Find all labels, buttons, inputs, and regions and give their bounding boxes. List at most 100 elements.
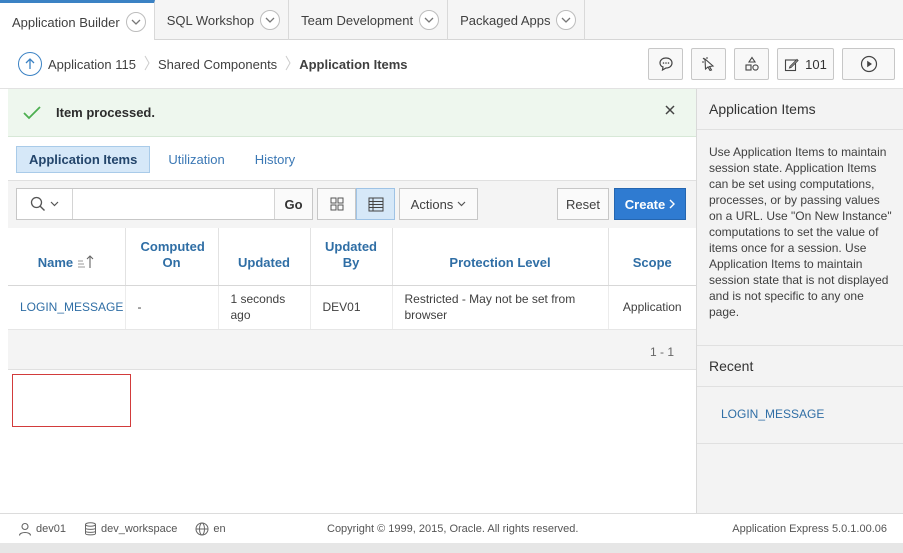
- tab-label: Application Builder: [12, 14, 120, 30]
- breadcrumb-current: Application Items: [299, 56, 408, 72]
- cell-protection-level: Restricted - May not be set from browser: [392, 285, 609, 330]
- tab-team-development[interactable]: Team Development: [289, 0, 449, 40]
- user-icon: [18, 522, 32, 536]
- column-header-name[interactable]: Name: [8, 228, 126, 286]
- chevron-down-icon[interactable]: [125, 12, 146, 32]
- sub-tabs: Application Items Utilization History: [16, 146, 313, 173]
- reset-button[interactable]: Reset: [557, 188, 609, 220]
- footer-workspace-label: dev_workspace: [100, 522, 178, 535]
- shapes-icon: [744, 56, 759, 71]
- table-row: LOGIN_MESSAGE - 1 seconds ago DEV01 Rest…: [8, 285, 696, 330]
- create-label: Create: [624, 196, 666, 212]
- chevron-right-icon: [285, 55, 291, 74]
- cursor-icon: [701, 57, 714, 72]
- cell-scope: Application: [608, 285, 696, 330]
- database-icon: [84, 521, 96, 535]
- column-header-protection-level[interactable]: Protection Level: [392, 228, 609, 286]
- recent-title: Recent: [697, 346, 903, 387]
- footer-user: dev01: [18, 522, 66, 536]
- play-icon: [860, 55, 877, 73]
- search-input[interactable]: [73, 189, 274, 219]
- tab-utilization[interactable]: Utilization: [156, 147, 236, 172]
- shared-components-button[interactable]: [734, 48, 769, 80]
- report-region: Go Actions Reset Create Name Computed On…: [8, 180, 696, 370]
- edit-icon: [785, 58, 799, 71]
- chevron-down-icon: [50, 201, 59, 207]
- chevron-down-icon[interactable]: [260, 10, 281, 30]
- column-header-scope[interactable]: Scope: [608, 228, 696, 286]
- column-header-label: Updated By: [325, 238, 377, 270]
- footer: dev01 dev_workspace en Copyright © 1999,…: [0, 513, 903, 543]
- help-panel: Application Items Use Application Items …: [696, 89, 903, 513]
- tab-application-items[interactable]: Application Items: [16, 146, 151, 173]
- chevron-down-icon[interactable]: [419, 10, 440, 30]
- version: Application Express 5.0.1.00.06: [732, 523, 887, 535]
- application-items-table: Name Computed On Updated Updated By Prot…: [8, 228, 696, 330]
- cell-updated-by: DEV01: [310, 285, 393, 330]
- highlight-box: [12, 374, 131, 427]
- breadcrumb: Application 115 Shared Components Applic…: [0, 40, 903, 89]
- chevron-right-icon: [669, 199, 676, 209]
- search-icon: [30, 196, 45, 211]
- breadcrumb-application[interactable]: Application 115: [48, 57, 136, 72]
- copyright: Copyright © 1999, 2015, Oracle. All righ…: [327, 523, 579, 535]
- speech-bubble-icon: [658, 57, 673, 72]
- top-navigation-bar: Application Builder SQL Workshop Team De…: [0, 0, 903, 41]
- arrow-up-icon[interactable]: [18, 52, 42, 76]
- check-icon: [23, 105, 41, 119]
- column-header-computed-on[interactable]: Computed On: [125, 228, 219, 286]
- tab-label: Packaged Apps: [460, 12, 551, 28]
- column-header-label: Computed On: [140, 238, 205, 270]
- footer-workspace: dev_workspace: [84, 521, 178, 536]
- feedback-button[interactable]: [648, 48, 683, 80]
- page-tools: 101: [648, 48, 895, 80]
- pagination: 1 - 1: [649, 345, 674, 359]
- column-header-label: Updated: [238, 254, 290, 270]
- recent-item: LOGIN_MESSAGE: [697, 387, 903, 444]
- column-header-updated[interactable]: Updated: [218, 228, 311, 286]
- chevron-down-icon: [457, 201, 466, 207]
- bottom-strip: [0, 543, 903, 553]
- actions-menu-button[interactable]: Actions: [399, 188, 478, 220]
- report-toolbar: Go Actions: [16, 188, 478, 221]
- tab-label: Team Development: [301, 12, 414, 28]
- column-header-label: Name: [37, 254, 74, 270]
- help-title: Application Items: [697, 89, 903, 130]
- tab-history[interactable]: History: [243, 147, 307, 172]
- create-button[interactable]: Create: [614, 188, 686, 220]
- grid-icon: [330, 197, 343, 211]
- tab-label: SQL Workshop: [166, 12, 255, 28]
- recent-item-link[interactable]: LOGIN_MESSAGE: [721, 407, 824, 421]
- search-column-menu[interactable]: [17, 189, 73, 219]
- item-link[interactable]: LOGIN_MESSAGE: [20, 300, 123, 314]
- sort-ascending-icon: [77, 254, 94, 268]
- search-bar: Go: [16, 188, 313, 220]
- page-number: 101: [805, 56, 827, 72]
- footer-language[interactable]: en: [195, 522, 226, 536]
- main-content: Item processed. Application Items Utiliz…: [8, 89, 696, 513]
- chevron-right-icon: [144, 55, 150, 74]
- cell-name: LOGIN_MESSAGE: [8, 285, 126, 330]
- table-icon: [368, 197, 383, 211]
- cell-updated: 1 seconds ago: [218, 285, 311, 330]
- footer-language-label: en: [213, 522, 226, 535]
- close-icon[interactable]: [664, 103, 676, 121]
- developer-tools-button[interactable]: [691, 48, 726, 80]
- alert-message: Item processed.: [56, 105, 155, 120]
- edit-page-button[interactable]: 101: [777, 48, 834, 80]
- run-button[interactable]: [842, 48, 895, 80]
- tab-sql-workshop[interactable]: SQL Workshop: [155, 0, 290, 40]
- breadcrumb-shared-components[interactable]: Shared Components: [158, 57, 277, 72]
- column-header-label: Protection Level: [449, 254, 551, 270]
- tab-packaged-apps[interactable]: Packaged Apps: [448, 0, 586, 40]
- icon-view-button[interactable]: [317, 188, 356, 220]
- report-view-button[interactable]: [356, 188, 395, 220]
- go-button[interactable]: Go: [274, 189, 312, 219]
- help-description: Use Application Items to maintain sessio…: [697, 130, 903, 346]
- tab-application-builder[interactable]: Application Builder: [0, 0, 155, 41]
- chevron-down-icon[interactable]: [556, 10, 577, 30]
- cell-computed-on: -: [125, 285, 219, 330]
- column-header-label: Scope: [632, 254, 672, 270]
- column-header-updated-by[interactable]: Updated By: [310, 228, 393, 286]
- success-alert: Item processed.: [8, 89, 696, 137]
